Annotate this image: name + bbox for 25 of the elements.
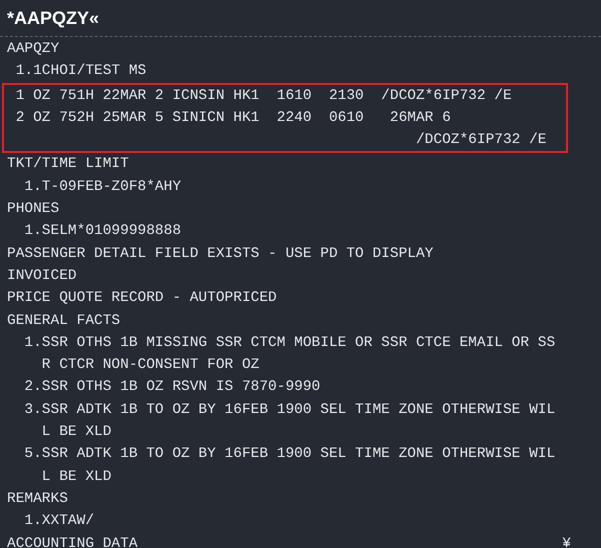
terminal-line: 1.SELM*01099998888 [23, 222, 182, 242]
terminal-line: AAPQZY [7, 40, 60, 59]
terminal-line: 1.1CHOI/TEST MS [14, 62, 146, 82]
terminal-line: 1.XXTAW/ [23, 512, 94, 532]
terminal-line: ¥ [562, 534, 571, 548]
terminal-line: L BE XLD [40, 423, 112, 442]
terminal-line: PRICE QUOTE RECORD - AUTOPRICED [7, 289, 277, 308]
terminal-line: PASSENGER DETAIL FIELD EXISTS - USE PD TO DISPLAY [7, 244, 434, 264]
terminal-line: INVOICED [7, 266, 77, 286]
terminal-line: 3.SSR ADTK 1B TO OZ BY 16FEB 1900 SEL TIME ZONE OTHERWISE WIL [23, 400, 556, 420]
terminal-line: ACCOUNTING DATA [7, 534, 138, 548]
command-title: *AAPQZY« [7, 8, 100, 28]
terminal-line: 2 OZ 752H 25MAR 5 SINICN HK1 2240 0610 26MAR 6 [14, 108, 451, 128]
terminal-line: R CTCR NON-CONSENT FOR OZ [40, 356, 260, 376]
terminal-line: 2.SSR OTHS 1B OZ RSVN IS 7870-9990 [23, 378, 320, 398]
terminal-line: PHONES [7, 200, 60, 220]
terminal-line: TKT/TIME LIMIT [7, 155, 129, 174]
terminal-line: /DCOZ*6IP732 /E [414, 131, 546, 150]
terminal-line: L BE XLD [40, 468, 112, 487]
terminal-line: 1.SSR OTHS 1B MISSING SSR CTCM MOBILE OR SSR CTCE EMAIL OR SS [23, 334, 556, 353]
terminal-line: GENERAL FACTS [7, 312, 120, 331]
terminal-line: 1.T-09FEB-Z0F8*AHY [23, 178, 182, 197]
terminal-line: 1 OZ 751H 22MAR 2 ICNSIN HK1 1610 2130 /DCOZ*6IP732 /E [14, 86, 512, 106]
terminal-line: 5.SSR ADTK 1B TO OZ BY 16FEB 1900 SEL TIME ZONE OTHERWISE WIL [23, 445, 556, 464]
terminal-line: REMARKS [7, 490, 68, 509]
